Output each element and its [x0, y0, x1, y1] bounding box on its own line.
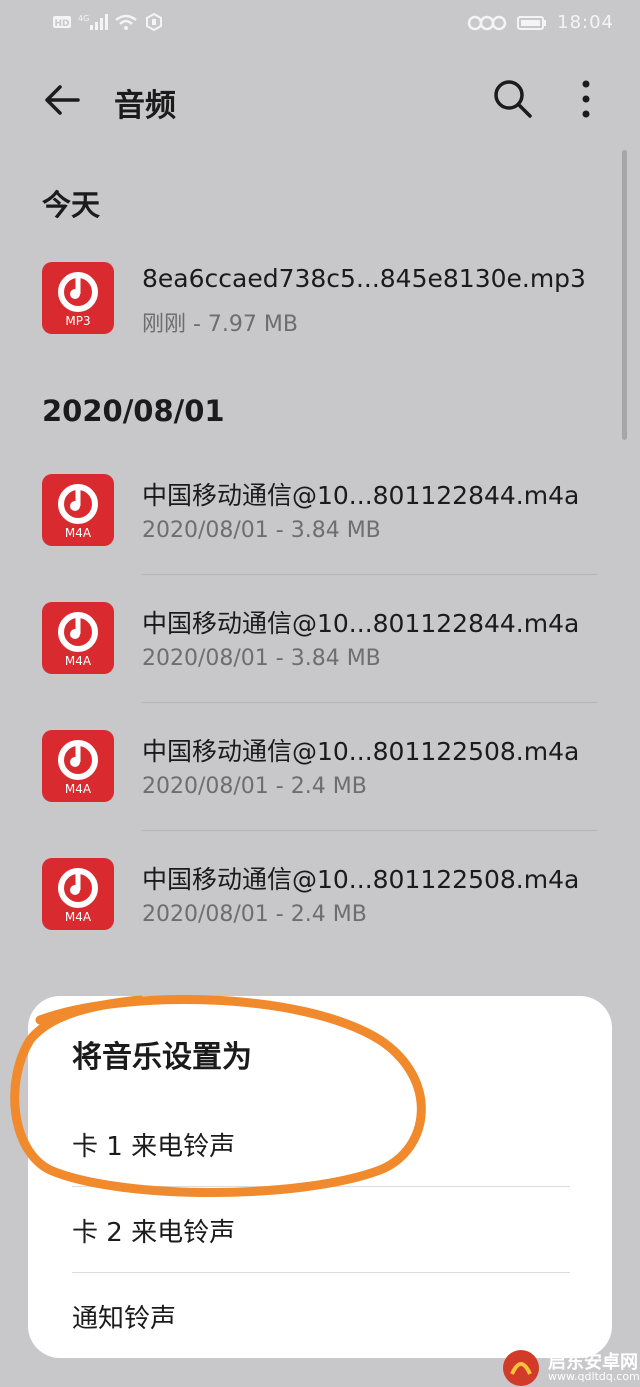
wifi-icon — [115, 14, 137, 30]
file-name: 中国移动通信@10...801122844.m4a — [142, 481, 580, 510]
file-row[interactable]: M4A 中国移动通信@10...801122508.m4a 2020/08/01… — [0, 858, 640, 986]
status-right: 18:04 — [467, 12, 614, 33]
logo-icon — [503, 1350, 539, 1386]
option-notification-tone[interactable]: 通知铃声 — [72, 1298, 572, 1335]
music-file-icon: M4A — [42, 474, 114, 546]
file-row[interactable]: M4A 中国移动通信@10...801122844.m4a 2020/08/01… — [0, 602, 640, 730]
file-name: 中国移动通信@10...801122508.m4a — [142, 865, 580, 894]
svg-text:4G: 4G — [78, 14, 89, 23]
file-ext-label: M4A — [64, 526, 92, 540]
music-file-icon: MP3 — [42, 262, 114, 334]
file-name: 中国移动通信@10...801122508.m4a — [142, 737, 580, 766]
watermark-logo: 启东安卓网 www.qdltdq.com — [498, 1346, 640, 1387]
status-time: 18:04 — [557, 12, 614, 33]
section-header-date: 2020/08/01 — [42, 394, 225, 428]
search-icon — [494, 80, 532, 118]
file-ext-label: M4A — [64, 654, 92, 668]
section-header-today: 今天 — [42, 188, 101, 222]
file-ext-label: M4A — [64, 782, 92, 796]
music-file-icon: M4A — [42, 602, 114, 674]
status-bar: HD 4G 18:04 — [0, 0, 640, 48]
more-vertical-icon — [582, 80, 590, 118]
sheet-title: 将音乐设置为 — [72, 1040, 252, 1075]
file-name: 中国移动通信@10...801122844.m4a — [142, 609, 580, 638]
divider — [142, 702, 598, 703]
music-file-icon: M4A — [42, 730, 114, 802]
file-ext-label: MP3 — [65, 314, 91, 328]
page-title: 音频 — [114, 88, 176, 124]
music-file-icon: M4A — [42, 858, 114, 930]
back-button[interactable] — [38, 76, 86, 124]
app-bar: 音频 — [0, 60, 640, 140]
file-name: 8ea6ccaed738c5...845e8130e.mp3 — [142, 264, 586, 293]
file-row[interactable]: M4A 中国移动通信@10...801122844.m4a 2020/08/01… — [0, 474, 640, 602]
more-options-button[interactable] — [568, 74, 604, 124]
status-left: HD 4G — [52, 12, 164, 32]
divider — [142, 830, 598, 831]
divider — [72, 1186, 570, 1187]
battery-icon — [517, 15, 547, 30]
hd-icon: HD — [53, 16, 71, 29]
divider — [142, 574, 598, 575]
file-ext-label: M4A — [64, 910, 92, 924]
set-music-sheet: 将音乐设置为 卡 1 来电铃声 卡 2 来电铃声 通知铃声 — [28, 996, 612, 1358]
file-meta: 刚刚 - 7.97 MB — [142, 312, 298, 337]
notification-icon — [146, 12, 162, 32]
svg-text:HD: HD — [54, 19, 69, 29]
option-sim2-ringtone[interactable]: 卡 2 来电铃声 — [72, 1212, 572, 1249]
vibrate-icon — [467, 15, 507, 30]
file-meta: 2020/08/01 - 2.4 MB — [142, 902, 367, 927]
signal-icon: 4G — [78, 14, 108, 30]
option-sim1-ringtone[interactable]: 卡 1 来电铃声 — [72, 1126, 572, 1163]
file-meta: 2020/08/01 - 3.84 MB — [142, 518, 381, 543]
watermark-url: www.qdltdq.com — [548, 1370, 640, 1383]
file-row[interactable]: MP3 8ea6ccaed738c5...845e8130e.mp3 刚刚 - … — [0, 262, 640, 390]
divider — [72, 1272, 570, 1273]
arrow-left-icon — [45, 85, 80, 115]
search-button[interactable] — [488, 74, 538, 124]
file-meta: 2020/08/01 - 2.4 MB — [142, 774, 367, 799]
file-row[interactable]: M4A 中国移动通信@10...801122508.m4a 2020/08/01… — [0, 730, 640, 858]
file-meta: 2020/08/01 - 3.84 MB — [142, 646, 381, 671]
